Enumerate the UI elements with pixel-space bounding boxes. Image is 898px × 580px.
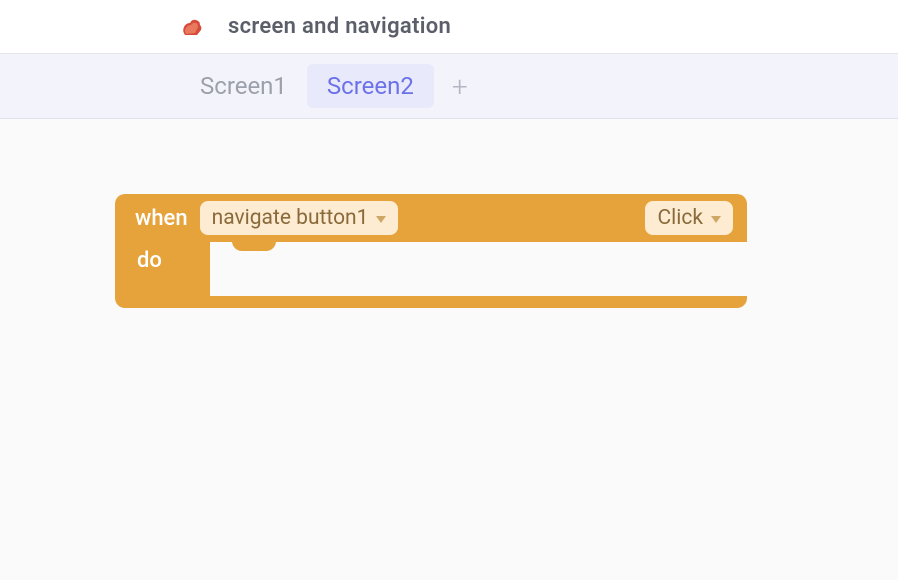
event-dropdown[interactable]: Click: [645, 201, 733, 235]
do-slot[interactable]: [210, 242, 747, 296]
tab-screen2[interactable]: Screen2: [307, 64, 434, 108]
tab-screen1[interactable]: Screen1: [180, 64, 307, 108]
component-dropdown[interactable]: navigate button1: [200, 201, 399, 235]
screen-tabbar: Screen1 Screen2 +: [0, 54, 898, 119]
app-logo-icon: [180, 15, 204, 39]
block-header-row: when navigate button1 Click: [115, 194, 747, 242]
event-dropdown-label: Click: [657, 206, 703, 230]
app-header: screen and navigation: [0, 0, 898, 54]
do-keyword: do: [115, 242, 210, 296]
block-footer: [115, 296, 747, 308]
when-keyword: when: [135, 206, 188, 231]
block-body: do: [115, 242, 747, 296]
component-dropdown-label: navigate button1: [212, 206, 369, 230]
blocks-canvas[interactable]: when navigate button1 Click do: [0, 119, 898, 580]
when-event-block[interactable]: when navigate button1 Click do: [115, 194, 747, 308]
add-screen-button[interactable]: +: [434, 66, 486, 107]
chevron-down-icon: [376, 216, 386, 223]
chevron-down-icon: [711, 216, 721, 223]
app-title: screen and navigation: [228, 14, 451, 39]
